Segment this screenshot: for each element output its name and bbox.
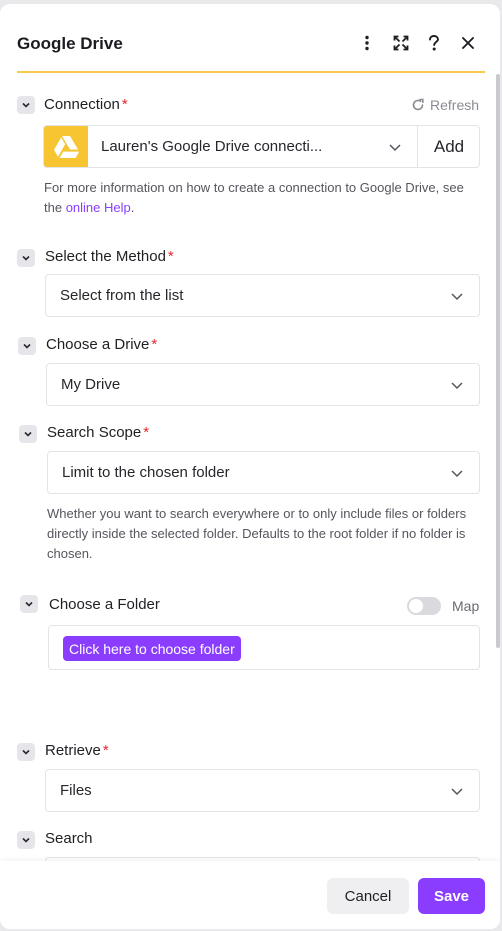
retrieve-label: Retrieve * — [45, 742, 109, 759]
close-button[interactable] — [457, 32, 479, 54]
chevron-down-icon — [23, 343, 31, 349]
chevron-down-icon — [25, 601, 33, 607]
connection-collapse-toggle[interactable] — [17, 96, 35, 114]
folder-picker: Click here to choose folder — [48, 625, 480, 670]
map-toggle-knob — [409, 599, 423, 613]
expand-icon — [393, 35, 409, 51]
refresh-button[interactable]: Refresh — [411, 97, 479, 113]
dialog-header: Google Drive — [0, 4, 500, 72]
save-button[interactable]: Save — [418, 878, 485, 914]
scrollbar-thumb[interactable] — [496, 74, 500, 648]
google-drive-icon — [54, 136, 79, 158]
expand-button[interactable] — [390, 32, 412, 54]
method-select[interactable]: Select from the list — [45, 274, 480, 317]
required-mark: * — [167, 248, 174, 265]
map-toggle[interactable] — [407, 597, 441, 615]
folder-label: Choose a Folder — [49, 596, 160, 613]
google-drive-module-dialog: Google Drive Connection * Refresh Lauren… — [0, 4, 500, 929]
scope-help-text: Whether you want to search everywhere or… — [47, 506, 467, 561]
retrieve-select[interactable]: Files — [45, 769, 480, 812]
chevron-down-icon — [22, 102, 30, 108]
cancel-button[interactable]: Cancel — [327, 878, 409, 914]
online-help-link[interactable]: online Help — [66, 200, 131, 215]
drive-label: Choose a Drive * — [46, 336, 158, 353]
dialog-title: Google Drive — [17, 34, 123, 53]
help-icon — [429, 35, 439, 51]
scope-collapse-toggle[interactable] — [19, 425, 37, 443]
google-drive-logo — [44, 126, 88, 167]
search-label: Search — [45, 830, 93, 847]
chevron-down-icon — [22, 255, 30, 261]
retrieve-value: Files — [60, 782, 92, 799]
connection-select[interactable]: Lauren's Google Drive connecti... Add — [43, 125, 480, 168]
form-scroll-area[interactable]: Connection * Refresh Lauren's Google Driv… — [0, 74, 500, 861]
chevron-down-icon — [22, 837, 30, 843]
scope-select[interactable]: Limit to the chosen folder — [47, 451, 480, 494]
chevron-down-icon — [22, 749, 30, 755]
chevron-down-icon — [451, 382, 463, 390]
add-connection-button[interactable]: Add — [417, 126, 479, 167]
chevron-down-icon — [24, 431, 32, 437]
close-icon — [462, 37, 474, 49]
drive-collapse-toggle[interactable] — [18, 337, 36, 355]
drive-select[interactable]: My Drive — [46, 363, 480, 406]
dialog-footer: Cancel Save — [0, 861, 500, 929]
header-underline — [17, 71, 485, 73]
required-mark: * — [121, 96, 128, 113]
more-vertical-icon — [365, 35, 369, 51]
required-mark: * — [151, 336, 158, 353]
map-label: Map — [452, 598, 480, 614]
chevron-down-icon — [451, 470, 463, 478]
folder-collapse-toggle[interactable] — [20, 595, 38, 613]
required-mark: * — [143, 424, 150, 441]
search-collapse-toggle[interactable] — [17, 831, 35, 849]
more-options-button[interactable] — [356, 32, 378, 54]
retrieve-collapse-toggle[interactable] — [17, 743, 35, 761]
scope-label: Search Scope * — [47, 424, 150, 441]
connection-label: Connection * — [44, 96, 128, 113]
method-value: Select from the list — [60, 287, 184, 304]
connection-value: Lauren's Google Drive connecti... — [101, 138, 323, 155]
drive-value: My Drive — [61, 376, 121, 393]
method-label: Select the Method * — [45, 248, 174, 265]
chevron-down-icon — [451, 788, 463, 796]
method-collapse-toggle[interactable] — [17, 249, 35, 267]
chevron-down-icon — [451, 293, 463, 301]
scope-value: Limit to the chosen folder — [62, 464, 230, 481]
connection-help-text: For more information on how to create a … — [44, 180, 464, 215]
required-mark: * — [102, 742, 109, 759]
choose-folder-button[interactable]: Click here to choose folder — [63, 636, 241, 661]
help-button[interactable] — [423, 32, 445, 54]
chevron-down-icon — [389, 144, 401, 152]
refresh-icon — [412, 98, 424, 111]
